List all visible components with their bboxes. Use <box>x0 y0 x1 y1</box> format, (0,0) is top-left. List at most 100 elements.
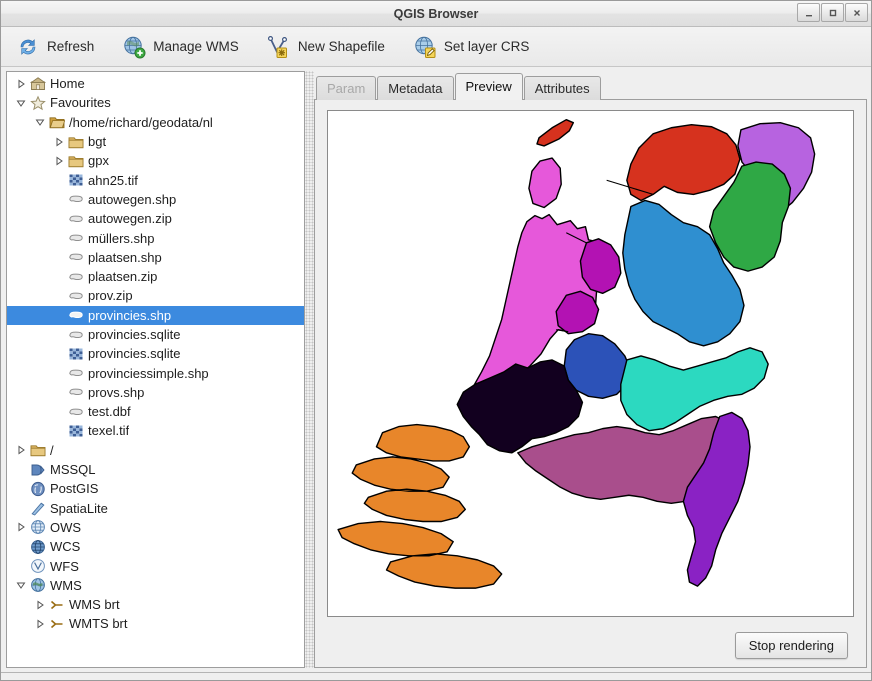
close-button[interactable] <box>845 3 868 22</box>
refresh-button[interactable]: Refresh <box>11 31 99 63</box>
set-layer-crs-button[interactable]: Set layer CRS <box>408 31 535 63</box>
maximize-icon <box>828 8 838 18</box>
tree-item-label: WFS <box>50 559 79 574</box>
vector-icon <box>67 384 85 400</box>
provinces-map-svg <box>328 111 853 616</box>
main-body: HomeFavourites/home/richard/geodata/nl bg… <box>1 67 871 672</box>
refresh-label: Refresh <box>47 39 94 54</box>
tree-item-autowegen-zip[interactable]: autowegen.zip <box>7 209 304 228</box>
tree-item-spatialite[interactable]: SpatiaLite <box>7 499 304 518</box>
spatialite-icon <box>29 500 47 516</box>
tree-item-label: müllers.shp <box>88 231 154 246</box>
tree-item-home[interactable]: Home <box>7 74 304 93</box>
map-region-group <box>338 120 815 588</box>
tree-item-postgis[interactable]: PostGIS <box>7 479 304 498</box>
globe-wms-icon <box>29 577 47 593</box>
globe-add-icon <box>122 35 146 59</box>
chevron-expanded-icon[interactable] <box>13 98 29 108</box>
globe-blue-icon <box>29 539 47 555</box>
tree-item-provincies-sqlite[interactable]: provincies.sqlite <box>7 344 304 363</box>
map-region-gelderland <box>621 348 768 431</box>
tree-item-gpx[interactable]: gpx <box>7 151 304 170</box>
folder-icon <box>67 153 85 169</box>
tree-item-wfs[interactable]: WFS <box>7 556 304 575</box>
new-shapefile-label: New Shapefile <box>298 39 385 54</box>
tree-item-favourites[interactable]: Favourites <box>7 93 304 112</box>
vector-icon <box>67 249 85 265</box>
status-bar <box>1 672 871 680</box>
tree-item-home-richard-geodata-nl[interactable]: /home/richard/geodata/nl <box>7 113 304 132</box>
tree-item-provs-shp[interactable]: provs.shp <box>7 383 304 402</box>
tab-attributes[interactable]: Attributes <box>524 76 601 100</box>
window-controls <box>797 3 868 22</box>
tree-item-label: provinciessimple.shp <box>88 366 209 381</box>
tree-item-label: test.dbf <box>88 404 131 419</box>
tree-item-test-dbf[interactable]: test.dbf <box>7 402 304 421</box>
set-layer-crs-label: Set layer CRS <box>444 39 530 54</box>
manage-wms-button[interactable]: Manage WMS <box>117 31 244 63</box>
qgis-browser-window: QGIS Browser <box>0 0 872 681</box>
tree-item-label: MSSQL <box>50 462 96 477</box>
tree-item-[interactable]: / <box>7 441 304 460</box>
tree-item-bgt[interactable]: bgt <box>7 132 304 151</box>
main-toolbar: Refresh Manage WMS <box>1 27 871 67</box>
chevron-expanded-icon[interactable] <box>32 117 48 127</box>
tree-item-wms[interactable]: WMS <box>7 576 304 595</box>
tree-item-wmts-brt[interactable]: WMTS brt <box>7 614 304 633</box>
panel-splitter[interactable] <box>305 71 314 668</box>
map-canvas[interactable] <box>327 110 854 617</box>
tree-item-ows[interactable]: OWS <box>7 518 304 537</box>
new-shapefile-button[interactable]: New Shapefile <box>262 31 390 63</box>
stop-rendering-button[interactable]: Stop rendering <box>735 632 848 659</box>
minimize-button[interactable] <box>797 3 820 22</box>
maximize-button[interactable] <box>821 3 844 22</box>
tree-item-provinciessimple-shp[interactable]: provinciessimple.shp <box>7 363 304 382</box>
tree-item-label: bgt <box>88 134 106 149</box>
tree-item-wcs[interactable]: WCS <box>7 537 304 556</box>
browser-tree-panel: HomeFavourites/home/richard/geodata/nl bg… <box>6 71 305 668</box>
tree-item-autowegen-shp[interactable]: autowegen.shp <box>7 190 304 209</box>
chevron-collapsed-icon[interactable] <box>13 522 29 532</box>
tree-item-label: provincies.sqlite <box>88 327 181 342</box>
vector-icon <box>67 211 85 227</box>
chevron-collapsed-icon[interactable] <box>32 600 48 610</box>
window-titlebar: QGIS Browser <box>1 1 871 27</box>
chevron-collapsed-icon[interactable] <box>13 79 29 89</box>
chevron-collapsed-icon[interactable] <box>32 619 48 629</box>
tree-item-plaatsen-shp[interactable]: plaatsen.shp <box>7 248 304 267</box>
postgis-icon <box>29 481 47 497</box>
chevron-collapsed-icon[interactable] <box>13 445 29 455</box>
tree-item-plaatsen-zip[interactable]: plaatsen.zip <box>7 267 304 286</box>
tab-preview[interactable]: Preview <box>455 73 523 100</box>
tree-item-label: OWS <box>50 520 81 535</box>
tree-item-label: SpatiaLite <box>50 501 108 516</box>
chevron-collapsed-icon[interactable] <box>51 137 67 147</box>
tree-item-m-llers-shp[interactable]: müllers.shp <box>7 228 304 247</box>
chevron-expanded-icon[interactable] <box>13 580 29 590</box>
browser-tree[interactable]: HomeFavourites/home/richard/geodata/nl bg… <box>7 72 304 667</box>
vector-icon <box>67 230 85 246</box>
globe-light-icon <box>29 519 47 535</box>
vector-selected-icon <box>67 307 85 323</box>
vector-icon <box>67 404 85 420</box>
tab-param: Param <box>316 76 376 100</box>
tab-metadata[interactable]: Metadata <box>377 76 453 100</box>
folder-icon <box>67 134 85 150</box>
tree-item-texel-tif[interactable]: texel.tif <box>7 421 304 440</box>
home-folder-icon <box>29 76 47 92</box>
tree-item-provincies-sqlite[interactable]: provincies.sqlite <box>7 325 304 344</box>
globe-outline-icon <box>29 558 47 574</box>
tree-item-prov-zip[interactable]: prov.zip <box>7 286 304 305</box>
tree-item-label: PostGIS <box>50 481 98 496</box>
tree-item-provincies-shp[interactable]: provincies.shp <box>7 306 304 325</box>
detail-tabbar[interactable]: ParamMetadataPreviewAttributes <box>314 73 867 100</box>
tree-item-ahn25-tif[interactable]: ahn25.tif <box>7 170 304 189</box>
chevron-collapsed-icon[interactable] <box>51 156 67 166</box>
vector-icon <box>67 327 85 343</box>
tree-item-mssql[interactable]: MSSQL <box>7 460 304 479</box>
tree-item-label: WMS brt <box>69 597 120 612</box>
tree-item-label: WCS <box>50 539 80 554</box>
tree-item-label: /home/richard/geodata/nl <box>69 115 213 130</box>
tree-item-wms-brt[interactable]: WMS brt <box>7 595 304 614</box>
tree-item-label: WMS <box>50 578 82 593</box>
